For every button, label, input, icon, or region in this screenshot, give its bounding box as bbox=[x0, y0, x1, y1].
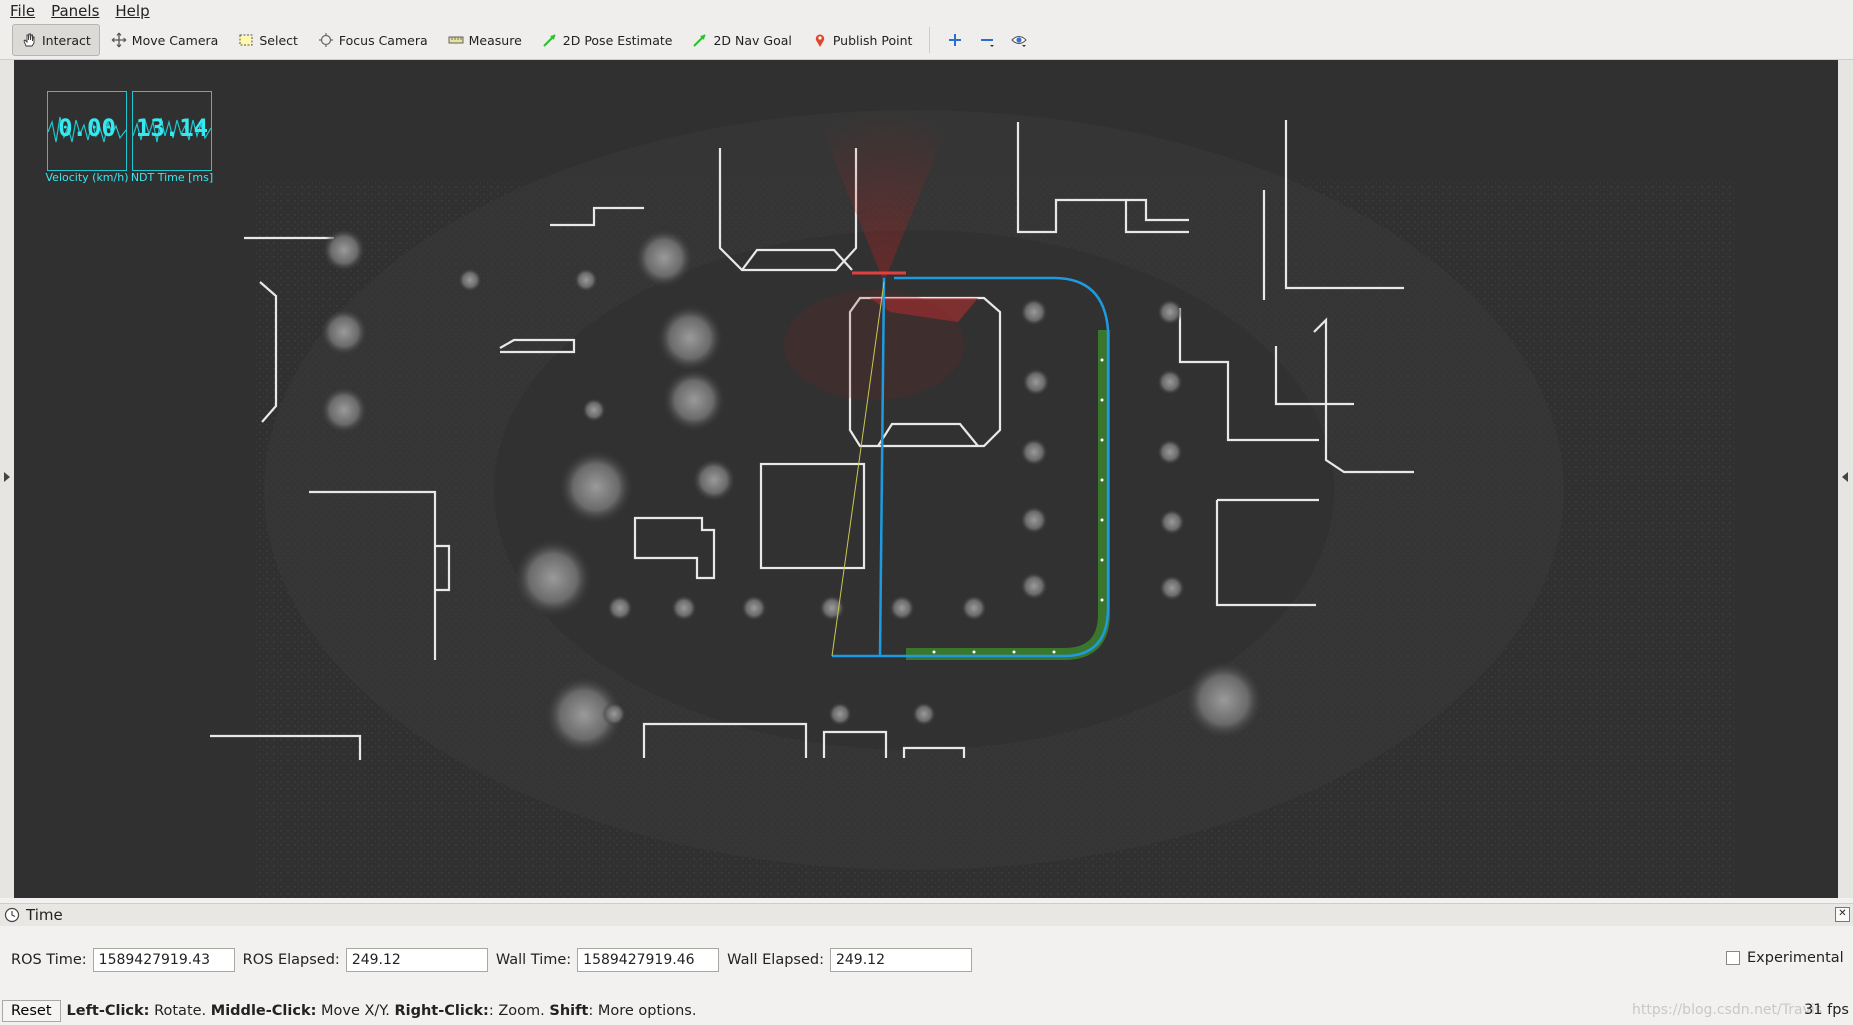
experimental-checkbox-row[interactable]: Experimental bbox=[1726, 950, 1844, 966]
status-bar: Reset Left-Click: Rotate. Middle-Click: … bbox=[0, 996, 1853, 1025]
right-click-key: Right-Click: bbox=[394, 1002, 489, 1019]
middle-click-key: Middle-Click: bbox=[210, 1002, 317, 1019]
select-tool-button[interactable]: Select bbox=[229, 24, 307, 56]
focus-camera-label: Focus Camera bbox=[338, 32, 428, 48]
ruler-icon bbox=[448, 36, 464, 44]
plus-icon bbox=[949, 34, 962, 46]
watermark: https://blog.csdn.net/Travis bbox=[1632, 1002, 1823, 1018]
close-icon: ✕ bbox=[1838, 908, 1847, 919]
green-arrow-icon bbox=[543, 34, 556, 47]
green-arrow-icon bbox=[693, 34, 707, 47]
left-click-desc: Rotate. bbox=[149, 1002, 211, 1019]
toolbar-separator bbox=[929, 27, 931, 53]
focus-camera-tool-button[interactable]: Focus Camera bbox=[309, 24, 437, 56]
velocity-graph: 0.00 bbox=[47, 91, 127, 171]
move-camera-tool-button[interactable]: Move Camera bbox=[102, 24, 228, 56]
ros-elapsed-label: ROS Elapsed: bbox=[242, 952, 340, 968]
measure-tool-button[interactable]: Measure bbox=[439, 24, 531, 56]
add-tool-button[interactable] bbox=[940, 24, 970, 56]
wall-time-field[interactable] bbox=[577, 948, 720, 972]
menu-bar: File Panels Help bbox=[0, 0, 1853, 21]
expand-right-arrow-icon[interactable] bbox=[1842, 472, 1848, 482]
menu-help-label: Help bbox=[115, 1, 150, 20]
left-click-key: Left-Click: bbox=[66, 1002, 150, 1019]
fps-counter: 31 fps bbox=[1804, 1002, 1849, 1018]
ndt-time-value: 13.14 bbox=[135, 114, 209, 142]
interact-label: Interact bbox=[42, 32, 91, 48]
nav-goal-tool-button[interactable]: 2D Nav Goal bbox=[683, 24, 800, 56]
ros-time-label: ROS Time: bbox=[11, 952, 87, 968]
experimental-checkbox[interactable] bbox=[1726, 951, 1740, 965]
time-panel-header: Time ✕ bbox=[0, 903, 1853, 927]
ndt-time-graph: 13.14 bbox=[132, 91, 212, 171]
render-viewport[interactable]: 0.00 Velocity (km/h) 13.14 NDT Time [ms] bbox=[14, 60, 1838, 898]
status-hint: Left-Click: Rotate. Middle-Click: Move X… bbox=[67, 1003, 697, 1019]
menu-panels-label: Panels bbox=[51, 1, 100, 20]
ros-time-field[interactable] bbox=[92, 948, 235, 972]
measure-label: Measure bbox=[468, 32, 522, 48]
eye-icon bbox=[1011, 36, 1028, 47]
move-camera-label: Move Camera bbox=[131, 32, 219, 48]
select-icon bbox=[239, 34, 253, 46]
wall-elapsed-label: Wall Elapsed: bbox=[727, 952, 824, 968]
velocity-caption: Velocity (km/h) bbox=[45, 171, 129, 184]
view-options-button[interactable] bbox=[1004, 24, 1034, 56]
experimental-label: Experimental bbox=[1747, 950, 1844, 966]
remove-tool-button[interactable] bbox=[972, 24, 1002, 56]
focus-camera-icon bbox=[318, 33, 333, 47]
menu-file[interactable]: File bbox=[10, 2, 35, 20]
ros-elapsed-field[interactable] bbox=[345, 948, 488, 972]
time-fields-row: ROS Time: ROS Elapsed: Wall Time: Wall E… bbox=[11, 948, 980, 972]
expand-left-arrow-icon[interactable] bbox=[4, 472, 10, 482]
close-panel-button[interactable]: ✕ bbox=[1835, 907, 1850, 922]
point-cloud-map bbox=[210, 110, 1734, 898]
velocity-value: 0.00 bbox=[58, 114, 116, 142]
minus-icon bbox=[981, 39, 995, 47]
clock-icon bbox=[4, 907, 20, 923]
select-label: Select bbox=[259, 32, 298, 48]
shift-key: Shift bbox=[549, 1002, 589, 1019]
ndt-time-caption: NDT Time [ms] bbox=[130, 171, 214, 184]
move-camera-icon bbox=[111, 32, 127, 48]
reset-button[interactable]: Reset bbox=[2, 999, 61, 1022]
pose-estimate-label: 2D Pose Estimate bbox=[562, 32, 673, 48]
map-pin-icon bbox=[815, 34, 825, 47]
wall-elapsed-field[interactable] bbox=[829, 948, 972, 972]
menu-file-label: File bbox=[10, 1, 36, 20]
publish-point-tool-button[interactable]: Publish Point bbox=[803, 24, 922, 56]
interact-tool-button[interactable]: Interact bbox=[12, 24, 100, 56]
middle-click-desc: Move X/Y. bbox=[316, 1002, 395, 1019]
tool-bar: Interact Move Camera Select Focus Camera… bbox=[0, 21, 1853, 60]
hand-icon bbox=[23, 33, 35, 47]
menu-help[interactable]: Help bbox=[115, 2, 149, 20]
nav-goal-label: 2D Nav Goal bbox=[713, 32, 792, 48]
time-panel: ROS Time: ROS Elapsed: Wall Time: Wall E… bbox=[0, 926, 1853, 996]
right-click-desc: : Zoom. bbox=[488, 1002, 550, 1019]
wall-time-label: Wall Time: bbox=[495, 952, 572, 968]
time-panel-title: Time bbox=[26, 906, 63, 924]
menu-panels[interactable]: Panels bbox=[51, 2, 99, 20]
publish-point-label: Publish Point bbox=[832, 32, 913, 48]
pose-estimate-tool-button[interactable]: 2D Pose Estimate bbox=[533, 24, 682, 56]
shift-desc: : More options. bbox=[588, 1002, 697, 1019]
